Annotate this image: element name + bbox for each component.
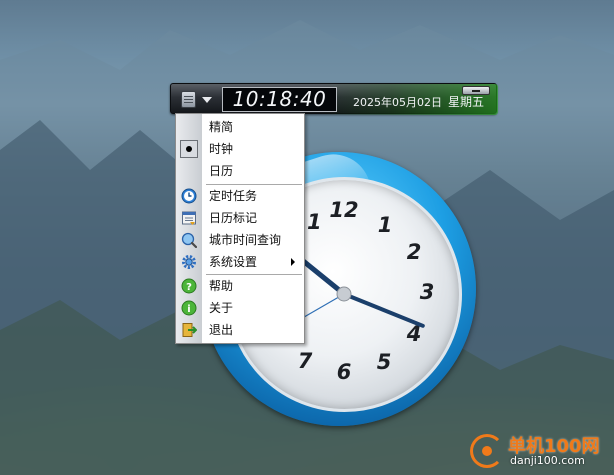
weekday-value: 星期五 [448,95,485,109]
menu-item-label: 时钟 [209,142,234,156]
context-menu: 精简 时钟 日历 定时任务 日历标记 城市时间查询 系统设置 ? 帮助 i 关于… [175,113,305,344]
clock-toolbar[interactable]: 10:18:40 2025年05月02日 星期五 [170,83,498,115]
menu-item-exit[interactable]: 退出 [176,319,304,341]
clock-minute-hand [342,292,425,328]
date-value: 2025年05月02日 [353,96,442,109]
clock-number-1: 1 [378,213,393,237]
menu-item-compact[interactable]: 精简 [176,116,304,138]
date-display: 2025年05月02日 星期五 [353,95,484,110]
menu-item-city-time[interactable]: 城市时间查询 [176,229,304,251]
menu-item-label: 帮助 [209,279,234,293]
submenu-arrow-icon [291,258,295,266]
clock-number-6: 6 [337,360,352,384]
menu-item-label: 精简 [209,120,234,134]
clock-center-pin [336,286,352,302]
menu-item-label: 日历 [209,164,234,178]
svg-text:i: i [187,304,190,315]
menu-item-about[interactable]: i 关于 [176,297,304,319]
radio-check-icon [180,140,198,158]
watermark-logo-icon [470,434,504,468]
menu-item-label: 日历标记 [209,211,258,225]
menu-item-system-settings[interactable]: 系统设置 [176,251,304,273]
menu-item-label: 退出 [209,323,234,337]
triangle-down-icon[interactable] [202,97,212,103]
menu-item-scheduled-task[interactable]: 定时任务 [176,185,304,207]
menu-item-label: 关于 [209,301,234,315]
clock-icon [181,188,197,204]
exit-icon [181,322,197,338]
clock-number-2: 2 [407,240,422,264]
menu-item-calendar[interactable]: 日历 [176,160,304,182]
calendar-icon[interactable] [181,91,196,108]
watermark-url: danji100.com [510,454,585,467]
clock-hour-hand [296,255,347,297]
svg-text:?: ? [186,282,192,293]
gear-icon [181,254,197,270]
calendar-mark-icon [181,210,197,226]
site-watermark: 单机100网 danji100.com [470,432,610,470]
clock-number-5: 5 [377,350,392,374]
menu-item-help[interactable]: ? 帮助 [176,275,304,297]
menu-item-clock[interactable]: 时钟 [176,138,304,160]
menu-item-label: 定时任务 [209,189,258,203]
clock-number-3: 3 [420,280,435,304]
menu-item-label: 系统设置 [209,255,258,269]
menu-item-label: 城市时间查询 [209,233,282,247]
clock-number-12: 12 [329,198,358,222]
clock-number-7: 7 [298,349,313,373]
globe-search-icon [181,232,197,248]
info-icon: i [181,300,197,316]
digital-time-display: 10:18:40 [222,87,337,112]
help-icon: ? [181,278,197,294]
menu-item-calendar-mark[interactable]: 日历标记 [176,207,304,229]
minimize-icon[interactable] [462,86,490,95]
